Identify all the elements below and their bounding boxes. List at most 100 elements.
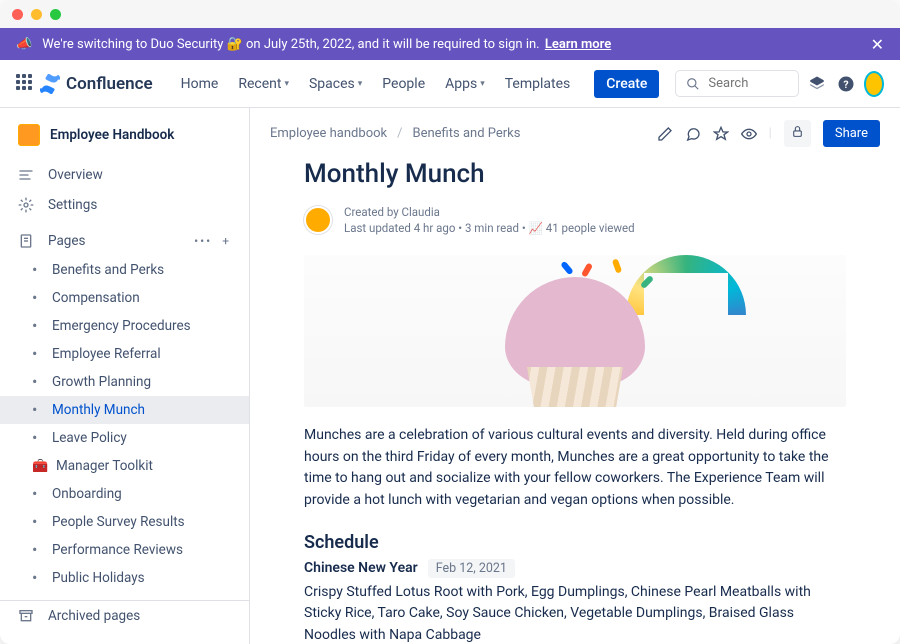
chevron-down-icon: ▾ [480, 79, 485, 89]
sidebar-page-item[interactable]: • Benefits and Perks [0, 256, 249, 284]
nav-people[interactable]: People [374, 70, 433, 98]
sidebar-overview[interactable]: Overview [0, 160, 249, 190]
sidebar-page-label: Performance Reviews [52, 542, 183, 558]
sidebar-archived[interactable]: Archived pages [0, 600, 249, 631]
sidebar-page-item[interactable]: • Growth Planning [0, 368, 249, 396]
profile-avatar[interactable] [864, 71, 884, 97]
sidebar-page-label: People Survey Results [52, 514, 185, 530]
chevron-down-icon: ▾ [358, 79, 363, 89]
bullet-icon: • [32, 262, 42, 278]
sidebar-page-label: Monthly Munch [52, 402, 145, 418]
page-title: Monthly Munch [304, 159, 846, 189]
sidebar-page-label: Growth Planning [52, 374, 151, 390]
nav-home[interactable]: Home [173, 70, 227, 98]
search-input[interactable] [675, 70, 798, 97]
bullet-icon: • [32, 402, 42, 418]
close-window-icon[interactable] [12, 9, 23, 20]
space-icon [18, 124, 40, 146]
watch-icon[interactable] [741, 126, 757, 142]
schedule-event-name: Chinese New Year [304, 560, 418, 576]
confluence-icon [40, 74, 60, 94]
sidebar-page-item[interactable]: • Leave Policy [0, 424, 249, 452]
minimize-window-icon[interactable] [31, 9, 42, 20]
megaphone-icon: 📣 [16, 37, 32, 52]
restrictions-button[interactable] [784, 120, 811, 147]
space-header[interactable]: Employee Handbook [0, 124, 249, 160]
breadcrumb[interactable]: Employee handbook [270, 126, 387, 141]
hero-image [304, 255, 846, 407]
top-navigation: Confluence HomeRecent▾Spaces▾PeopleApps▾… [0, 60, 900, 108]
sidebar-page-item[interactable]: • Public Holidays [0, 564, 249, 592]
bullet-icon: • [32, 318, 42, 334]
sidebar-page-item[interactable]: • Monthly Munch [0, 396, 249, 424]
sidebar-page-item[interactable]: • Compensation [0, 284, 249, 312]
breadcrumb[interactable]: Benefits and Perks [412, 126, 520, 141]
chevron-down-icon: ▾ [284, 79, 289, 89]
breadcrumb-separator: / [397, 126, 402, 141]
nav-apps[interactable]: Apps▾ [437, 70, 493, 98]
gear-icon [18, 197, 36, 213]
bullet-icon: • [32, 542, 42, 558]
sidebar: Employee Handbook Overview Settings Page… [0, 108, 250, 644]
product-logo[interactable]: Confluence [40, 74, 153, 94]
sidebar-settings[interactable]: Settings [0, 190, 249, 220]
bullet-icon: • [32, 346, 42, 362]
sidebar-page-label: Emergency Procedures [52, 318, 191, 334]
schedule-event-date: Feb 12, 2021 [428, 559, 515, 578]
nav-templates[interactable]: Templates [497, 70, 579, 98]
sidebar-page-label: Employee Referral [52, 346, 161, 362]
page-emoji-icon: 🧰 [32, 459, 46, 474]
star-icon[interactable] [713, 126, 729, 142]
bullet-icon: • [32, 430, 42, 446]
sidebar-page-label: Benefits and Perks [52, 262, 164, 278]
search-field[interactable] [708, 76, 787, 91]
bullet-icon: • [32, 514, 42, 530]
meta-line: Last updated 4 hr ago • 3 min read • 📈 4… [344, 221, 635, 235]
main-content: Employee handbook / Benefits and Perks |… [250, 108, 900, 644]
bullet-icon: • [32, 290, 42, 306]
sidebar-page-label: Leave Policy [52, 430, 127, 446]
comment-icon[interactable] [685, 126, 701, 142]
pages-icon [18, 233, 36, 249]
product-name: Confluence [66, 74, 153, 94]
sidebar-page-item[interactable]: • Employee Referral [0, 340, 249, 368]
announcement-banner: 📣 We're switching to Duo Security 🔐 on J… [0, 28, 900, 60]
window-titlebar [0, 0, 900, 28]
sidebar-page-item[interactable]: 🧰 Manager Toolkit [0, 452, 249, 480]
app-switcher-icon[interactable] [16, 74, 32, 94]
search-icon [686, 77, 700, 91]
intro-paragraph: Munches are a celebration of various cul… [304, 425, 846, 512]
sidebar-page-item[interactable]: • Onboarding [0, 480, 249, 508]
sidebar-page-label: Public Holidays [52, 570, 145, 586]
bullet-icon: • [32, 486, 42, 502]
maximize-window-icon[interactable] [50, 9, 61, 20]
svg-text:?: ? [843, 77, 848, 90]
close-icon[interactable]: ✕ [871, 35, 884, 54]
schedule-heading: Schedule [304, 532, 846, 553]
banner-learn-more-link[interactable]: Learn more [545, 37, 611, 52]
author-line: Created by Claudia [344, 205, 635, 219]
pages-more-icon[interactable]: ••• [194, 234, 212, 248]
add-page-icon[interactable]: + [222, 234, 231, 248]
sidebar-page-item[interactable]: • Emergency Procedures [0, 312, 249, 340]
bullet-icon: • [32, 374, 42, 390]
edit-icon[interactable] [657, 126, 673, 142]
sidebar-page-label: Onboarding [52, 486, 122, 502]
sidebar-page-item[interactable]: • Performance Reviews [0, 536, 249, 564]
overview-icon [18, 167, 36, 183]
sidebar-page-item[interactable]: • People Survey Results [0, 508, 249, 536]
help-icon[interactable]: ? [835, 70, 856, 98]
sidebar-page-label: Manager Toolkit [56, 458, 153, 474]
share-button[interactable]: Share [823, 120, 880, 147]
page-byline: Created by Claudia Last updated 4 hr ago… [304, 205, 846, 235]
space-name: Employee Handbook [50, 127, 174, 143]
schedule-event-desc: Crispy Stuffed Lotus Root with Pork, Egg… [304, 582, 846, 644]
bullet-icon: • [32, 570, 42, 586]
archive-icon [18, 608, 36, 624]
nav-recent[interactable]: Recent▾ [230, 70, 297, 98]
author-avatar[interactable] [304, 206, 332, 234]
notifications-icon[interactable] [807, 70, 828, 98]
nav-spaces[interactable]: Spaces▾ [301, 70, 370, 98]
create-button[interactable]: Create [594, 70, 659, 98]
sidebar-page-label: Compensation [52, 290, 140, 306]
